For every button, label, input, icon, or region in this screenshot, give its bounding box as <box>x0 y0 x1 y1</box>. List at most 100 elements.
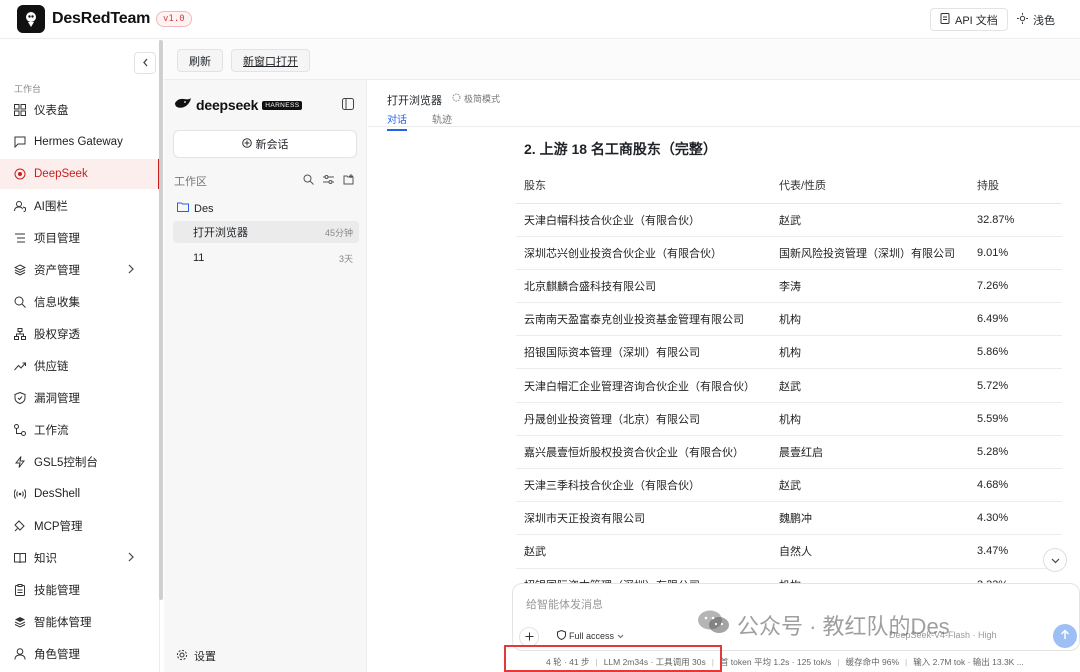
workspace-label: 工作区 <box>174 176 207 188</box>
sidebar-item[interactable]: MCP管理 <box>0 511 160 541</box>
refresh-button[interactable]: 刷新 <box>177 49 223 72</box>
sidebar-item[interactable]: 仪表盘 <box>0 95 160 125</box>
table-cell: 4.68% <box>969 468 1062 503</box>
scroll-to-bottom-button[interactable] <box>1043 548 1067 572</box>
sidebar-item[interactable]: 知识 <box>0 543 160 573</box>
table-cell: 32.87% <box>969 203 1062 237</box>
table-cell: 7.26% <box>969 269 1062 304</box>
table-cell: 天津白帽科技合伙企业（有限合伙） <box>516 203 771 237</box>
sidebar: 工作台 仪表盘 Hermes Gateway DeepSeek AI围栏 项目管理 资产管… <box>0 40 160 672</box>
sidebar-item[interactable]: DeepSeek <box>0 159 160 189</box>
org-tree-icon <box>14 328 26 340</box>
table-cell: 4.30% <box>969 501 1062 536</box>
table-cell: 5.72% <box>969 368 1062 403</box>
tab-trace[interactable]: 轨迹 <box>432 111 452 126</box>
sidebar-item[interactable]: 供应链 <box>0 351 160 381</box>
sidebar-item-label: AI围栏 <box>34 201 68 213</box>
version-badge: v1.0 <box>156 11 192 27</box>
watermark-text: 公众号 · 教红队的Des <box>737 614 950 639</box>
sidebar-scrollbar[interactable] <box>159 40 163 600</box>
sidebar-item[interactable]: AI围栏 <box>0 191 160 221</box>
sidebar-item[interactable]: 项目管理 <box>0 223 160 253</box>
clipboard-icon <box>14 584 26 596</box>
sidebar-item[interactable]: Hermes Gateway <box>0 127 160 157</box>
sidebar-item[interactable]: 信息收集 <box>0 287 160 317</box>
user-shield-icon <box>14 200 26 212</box>
trend-icon <box>14 360 26 372</box>
attach-button[interactable] <box>519 627 539 647</box>
filter-icon[interactable] <box>323 172 334 190</box>
table-header-row: 股东 代表/性质 持股 <box>516 168 1062 204</box>
new-chat-label: 新会话 <box>255 139 289 151</box>
sidebar-item[interactable]: 股权穿透 <box>0 319 160 349</box>
sidebar-item-label: 信息收集 <box>34 297 80 309</box>
top-bar: DesRedTeam v1.0 API 文档 浅色 <box>0 0 1080 39</box>
sidebar-item-label: 供应链 <box>34 361 69 373</box>
table-cell: 招银国际资本管理（深圳）有限公司 <box>516 335 771 370</box>
table-cell: 天津三季科技合伙企业（有限合伙） <box>516 468 771 503</box>
panel-toggle-icon[interactable] <box>342 97 354 115</box>
sidebar-item[interactable]: 漏洞管理 <box>0 383 160 413</box>
send-button[interactable] <box>1053 624 1077 648</box>
sidebar-item[interactable]: 角色管理 <box>0 639 160 669</box>
chevron-left-icon <box>142 54 149 72</box>
sidebar-item[interactable]: DesShell <box>0 479 160 509</box>
table-cell: 5.59% <box>969 402 1062 436</box>
message-input[interactable]: 给智能体发消息 <box>526 596 603 612</box>
sidebar-item[interactable]: 工作流 <box>0 415 160 445</box>
sidebar-item[interactable]: 技能管理 <box>0 575 160 605</box>
table-cell: 机构 <box>771 335 969 370</box>
new-chat-button[interactable]: 新会话 <box>173 130 357 158</box>
sidebar-item[interactable]: GSL5控制台 <box>0 447 160 477</box>
workspace-actions <box>303 172 354 190</box>
chat-header: 打开浏览器 极简模式 对话 轨迹 <box>368 80 1080 131</box>
broadcast-icon <box>14 488 26 500</box>
stack-icon <box>14 616 26 628</box>
column-header: 持股 <box>969 168 1062 204</box>
settings-button[interactable]: 设置 <box>176 648 216 664</box>
sidebar-item-label: 仪表盘 <box>34 105 69 117</box>
table-row: 天津三季科技合伙企业（有限合伙） 赵武 4.68% <box>516 468 1062 503</box>
access-label: Full access <box>569 631 615 641</box>
status-cache: 缓存命中 96% <box>845 656 900 667</box>
minimal-mode-toggle[interactable]: 极简模式 <box>452 92 500 105</box>
sparkle-icon <box>452 93 461 104</box>
table-cell: 5.28% <box>969 435 1062 470</box>
sidebar-item-label: 角色管理 <box>34 649 80 661</box>
session-time: 3天 <box>338 253 353 264</box>
theme-toggle-button[interactable]: 浅色 <box>1008 8 1064 31</box>
access-selector[interactable]: Full access <box>557 629 624 642</box>
message-icon <box>14 136 26 148</box>
sidebar-item-label: 漏洞管理 <box>34 393 80 405</box>
new-folder-icon[interactable] <box>343 172 354 190</box>
sidebar-item-label: Hermes Gateway <box>34 136 123 148</box>
sidebar-item-label: MCP管理 <box>34 521 83 533</box>
api-docs-button[interactable]: API 文档 <box>930 8 1008 31</box>
collapse-sidebar-button[interactable] <box>134 52 156 74</box>
plus-icon <box>525 628 534 646</box>
table-cell: 嘉兴晨壹恒炘股权投资合伙企业（有限合伙） <box>516 435 771 470</box>
open-new-window-button[interactable]: 新窗口打开 <box>231 49 310 72</box>
table-cell: 深圳芯兴创业投资合伙企业（有限合伙） <box>516 236 771 270</box>
lightning-icon <box>14 456 26 468</box>
search-icon <box>14 296 26 308</box>
table-row: 招银国际资本管理（深圳）有限公司机构3.33% <box>516 568 1062 583</box>
session-time: 45分钟 <box>324 227 353 238</box>
highlight-box <box>504 645 722 672</box>
shareholder-table: 股东 代表/性质 持股 天津白帽科技合伙企业（有限合伙） 赵武 32.87% 深圳芯兴… <box>516 168 1062 583</box>
session-title: 11 <box>193 252 205 264</box>
sidebar-item[interactable]: 智能体管理 <box>0 607 160 637</box>
workspace-folder[interactable]: Des <box>177 202 214 215</box>
search-icon[interactable] <box>303 172 314 190</box>
plus-circle-icon <box>241 137 252 151</box>
tab-chat[interactable]: 对话 <box>387 111 407 131</box>
table-cell: 云南南天盈富泰克创业投资基金管理有限公司 <box>516 302 771 337</box>
session-panel: deepseek HARNESS 新会话 工作区 Des 打开浏览器 45分钟 … <box>164 80 367 672</box>
document-icon <box>940 12 950 27</box>
table-cell: 赵武 <box>771 203 969 237</box>
session-item[interactable]: 11 3天 <box>173 247 359 269</box>
sidebar-item[interactable]: 资产管理 <box>0 255 160 285</box>
arrow-up-icon <box>1060 627 1070 645</box>
session-item[interactable]: 打开浏览器 45分钟 <box>173 221 359 243</box>
status-token-speed: 首 token 平均 1.2s · 125 tok/s <box>719 656 832 667</box>
